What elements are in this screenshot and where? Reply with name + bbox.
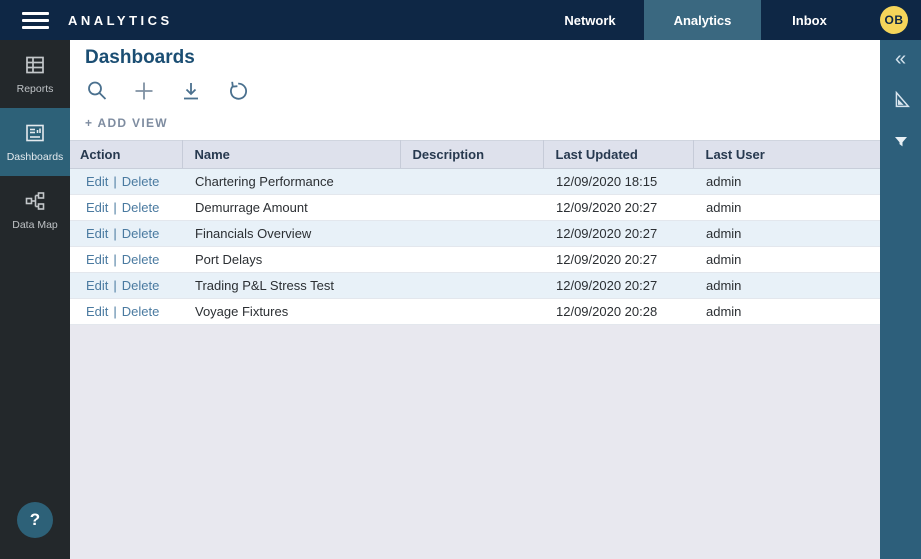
column-header-name[interactable]: Name bbox=[182, 141, 400, 169]
table-row[interactable]: Edit | Delete Trading P&L Stress Test 12/0… bbox=[70, 273, 880, 299]
table-row[interactable]: Edit | Delete Voyage Fixtures 12/09/2020 2… bbox=[70, 299, 880, 325]
name-cell: Financials Overview bbox=[182, 221, 400, 247]
description-cell bbox=[400, 247, 543, 273]
last-user-cell: admin bbox=[693, 195, 880, 221]
table-header: Action Name Description Last Updated Las… bbox=[70, 141, 880, 169]
action-separator: | bbox=[113, 174, 116, 189]
dashboard-icon bbox=[23, 121, 47, 145]
page-title: Dashboards bbox=[70, 40, 880, 69]
name-cell: Demurrage Amount bbox=[182, 195, 400, 221]
action-cell: Edit | Delete bbox=[70, 195, 182, 221]
action-separator: | bbox=[113, 200, 116, 215]
main-content: Dashboards bbox=[70, 40, 880, 559]
action-cell: Edit | Delete bbox=[70, 169, 182, 195]
tab-analytics[interactable]: Analytics bbox=[644, 0, 761, 40]
delete-link[interactable]: Delete bbox=[122, 226, 160, 241]
table-row[interactable]: Edit | Delete Demurrage Amount 12/09/2020 … bbox=[70, 195, 880, 221]
delete-link[interactable]: Delete bbox=[122, 200, 160, 215]
hamburger-icon[interactable] bbox=[22, 12, 49, 29]
edit-link[interactable]: Edit bbox=[86, 200, 108, 215]
column-header-action[interactable]: Action bbox=[70, 141, 182, 169]
last-user-cell: admin bbox=[693, 169, 880, 195]
tab-network[interactable]: Network bbox=[536, 0, 644, 40]
description-cell bbox=[400, 273, 543, 299]
action-separator: | bbox=[113, 278, 116, 293]
description-cell bbox=[400, 195, 543, 221]
set-square-icon[interactable] bbox=[890, 89, 912, 114]
last-user-cell: admin bbox=[693, 221, 880, 247]
action-cell: Edit | Delete bbox=[70, 221, 182, 247]
delete-link[interactable]: Delete bbox=[122, 304, 160, 319]
app-body: Reports Dashboards bbox=[0, 40, 921, 559]
sidebar-item-reports[interactable]: Reports bbox=[0, 40, 70, 108]
content-filler bbox=[70, 325, 880, 559]
app-brand: ANALYTICS bbox=[68, 13, 173, 28]
last-user-cell: admin bbox=[693, 247, 880, 273]
table-row[interactable]: Edit | Delete Port Delays 12/09/2020 20:27… bbox=[70, 247, 880, 273]
column-header-last-updated[interactable]: Last Updated bbox=[543, 141, 693, 169]
hamburger-bar bbox=[22, 26, 49, 29]
action-cell: Edit | Delete bbox=[70, 299, 182, 325]
delete-link[interactable]: Delete bbox=[122, 174, 160, 189]
sidebar-item-label: Reports bbox=[17, 83, 54, 95]
toolbar bbox=[70, 69, 880, 103]
help-button[interactable]: ? bbox=[17, 502, 53, 538]
plus-icon[interactable] bbox=[132, 79, 156, 103]
description-cell bbox=[400, 221, 543, 247]
hamburger-bar bbox=[22, 19, 49, 22]
data-map-icon bbox=[23, 189, 47, 213]
last-updated-cell: 12/09/2020 20:27 bbox=[543, 221, 693, 247]
name-cell: Voyage Fixtures bbox=[182, 299, 400, 325]
search-icon[interactable] bbox=[85, 79, 109, 103]
name-cell: Port Delays bbox=[182, 247, 400, 273]
sidebar-item-label: Dashboards bbox=[7, 151, 64, 163]
sidebar-item-dashboards[interactable]: Dashboards bbox=[0, 108, 70, 176]
last-updated-cell: 12/09/2020 20:27 bbox=[543, 247, 693, 273]
top-nav: Network Analytics Inbox bbox=[536, 0, 858, 40]
delete-link[interactable]: Delete bbox=[122, 252, 160, 267]
left-sidebar: Reports Dashboards bbox=[0, 40, 70, 559]
edit-link[interactable]: Edit bbox=[86, 174, 108, 189]
name-cell: Trading P&L Stress Test bbox=[182, 273, 400, 299]
content-header: Dashboards bbox=[70, 40, 880, 140]
last-user-cell: admin bbox=[693, 273, 880, 299]
topbar: ANALYTICS Network Analytics Inbox OB bbox=[0, 0, 921, 40]
table-row[interactable]: Edit | Delete Financials Overview 12/09/20… bbox=[70, 221, 880, 247]
edit-link[interactable]: Edit bbox=[86, 226, 108, 241]
download-icon[interactable] bbox=[179, 79, 203, 103]
column-header-description[interactable]: Description bbox=[400, 141, 543, 169]
description-cell bbox=[400, 169, 543, 195]
last-updated-cell: 12/09/2020 20:27 bbox=[543, 273, 693, 299]
undo-icon[interactable] bbox=[226, 79, 250, 103]
dashboards-table: Action Name Description Last Updated Las… bbox=[70, 140, 880, 325]
table-row[interactable]: Edit | Delete Chartering Performance 12/09… bbox=[70, 169, 880, 195]
edit-link[interactable]: Edit bbox=[86, 252, 108, 267]
last-user-cell: admin bbox=[693, 299, 880, 325]
last-updated-cell: 12/09/2020 18:15 bbox=[543, 169, 693, 195]
reports-table-icon bbox=[23, 53, 47, 77]
last-updated-cell: 12/09/2020 20:27 bbox=[543, 195, 693, 221]
filter-icon[interactable] bbox=[892, 134, 910, 155]
name-cell: Chartering Performance bbox=[182, 169, 400, 195]
column-header-last-user[interactable]: Last User bbox=[693, 141, 880, 169]
delete-link[interactable]: Delete bbox=[122, 278, 160, 293]
tab-inbox[interactable]: Inbox bbox=[761, 0, 858, 40]
avatar[interactable]: OB bbox=[880, 6, 908, 34]
hamburger-bar bbox=[22, 12, 49, 15]
sidebar-item-data-map[interactable]: Data Map bbox=[0, 176, 70, 244]
action-cell: Edit | Delete bbox=[70, 273, 182, 299]
sidebar-item-label: Data Map bbox=[12, 219, 58, 231]
collapse-chevrons-icon[interactable]: « bbox=[895, 49, 906, 69]
right-rail: « bbox=[880, 40, 921, 559]
action-separator: | bbox=[113, 304, 116, 319]
edit-link[interactable]: Edit bbox=[86, 304, 108, 319]
edit-link[interactable]: Edit bbox=[86, 278, 108, 293]
add-view-button[interactable]: + ADD VIEW bbox=[70, 103, 880, 140]
action-separator: | bbox=[113, 252, 116, 267]
action-cell: Edit | Delete bbox=[70, 247, 182, 273]
description-cell bbox=[400, 299, 543, 325]
action-separator: | bbox=[113, 226, 116, 241]
last-updated-cell: 12/09/2020 20:28 bbox=[543, 299, 693, 325]
